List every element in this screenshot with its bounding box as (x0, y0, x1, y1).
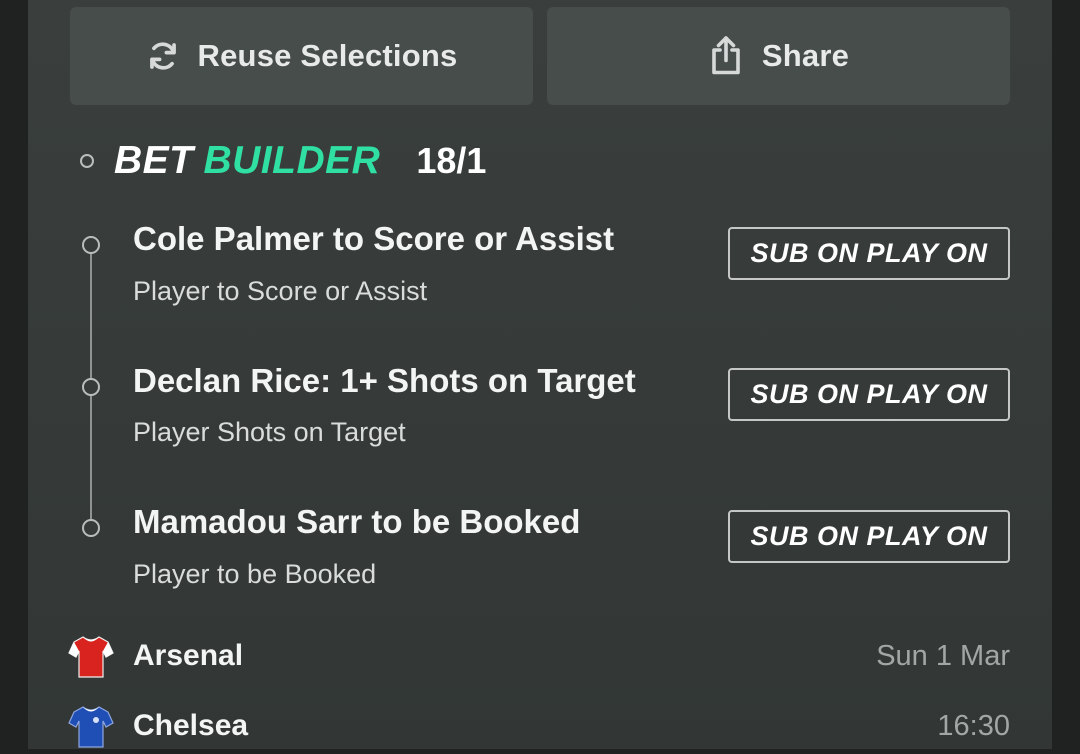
selection-market: Player to be Booked (133, 559, 377, 589)
selection-dot-icon (82, 236, 100, 254)
selection-title: Cole Palmer to Score or Assist (133, 220, 615, 257)
sub-on-play-on-badge: SUB ON PLAY ON (728, 510, 1010, 563)
refresh-icon (146, 39, 180, 73)
share-label: Share (761, 38, 850, 73)
header-dot-icon (80, 154, 94, 168)
reuse-selections-button[interactable]: Reuse Selections (70, 7, 533, 105)
selection-title: Mamadou Sarr to be Booked (133, 503, 581, 540)
sub-on-play-on-badge: SUB ON PLAY ON (728, 227, 1010, 280)
selection-title: Declan Rice: 1+ Shots on Target (133, 362, 636, 399)
bet-builder-header: BET BUILDER 18/1 (80, 138, 486, 184)
home-team-row: Arsenal Sun 1 Mar (68, 631, 1010, 681)
home-team-name: Arsenal (133, 639, 244, 672)
selection-market: Player to Score or Assist (133, 276, 428, 306)
sub-on-play-on-badge: SUB ON PLAY ON (728, 368, 1010, 421)
share-icon (708, 35, 744, 77)
away-team-name: Chelsea (133, 709, 249, 742)
away-team-row: Chelsea 16:30 (68, 701, 1010, 751)
match-date: Sun 1 Mar (876, 639, 1010, 672)
blue-shirt-icon (68, 703, 114, 749)
red-shirt-icon (68, 633, 114, 679)
selection-market: Player Shots on Target (133, 417, 406, 447)
share-button[interactable]: Share (547, 7, 1010, 105)
bet-builder-word-builder: BUILDER (203, 139, 381, 182)
bet-card: Reuse Selections Share BET BUILDER 18/1 … (28, 0, 1052, 749)
selection-dot-icon (82, 519, 100, 537)
odds: 18/1 (416, 140, 487, 181)
match-time: 16:30 (937, 709, 1010, 742)
reuse-selections-label: Reuse Selections (197, 38, 458, 73)
bet-builder-word-bet: BET (114, 139, 194, 182)
selection-dot-icon (82, 378, 100, 396)
